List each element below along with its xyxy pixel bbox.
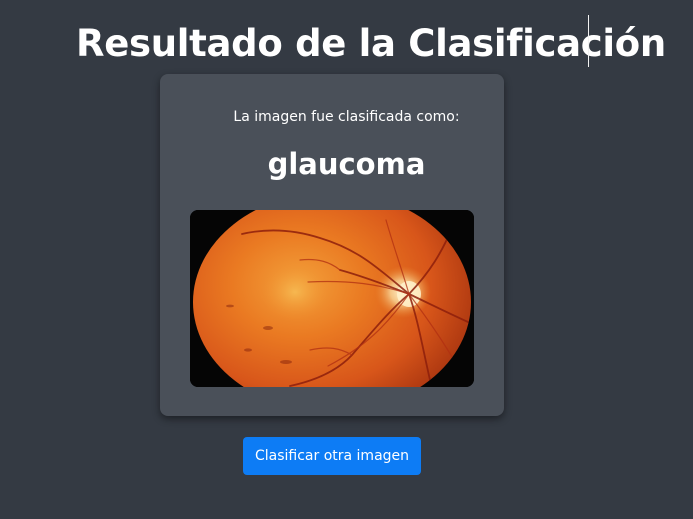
page-title: Resultado de la Clasificación [76,22,666,65]
retina-fundus-image [190,210,474,387]
classify-another-image-button[interactable]: Clasificar otra imagen [243,437,421,475]
classification-result: glaucoma [267,147,426,181]
classification-caption: La imagen fue clasificada como: [233,109,460,125]
fundus-image [190,210,474,387]
text-caret [588,15,589,67]
